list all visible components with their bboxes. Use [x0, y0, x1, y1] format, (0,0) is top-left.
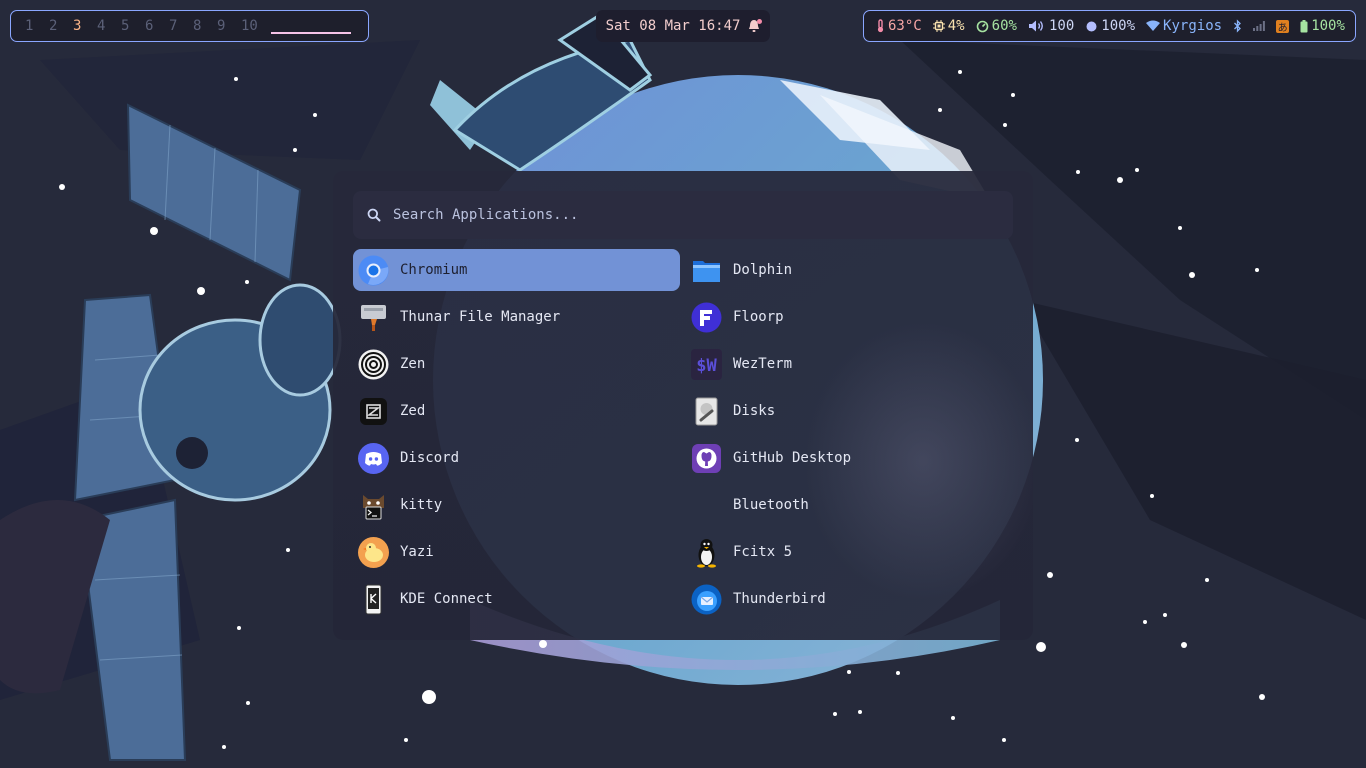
- workspace-6[interactable]: 6: [145, 18, 169, 34]
- app-item-yazi[interactable]: Yazi: [353, 531, 680, 573]
- search-icon: [367, 208, 381, 222]
- notification-dot: [757, 19, 763, 24]
- app-item-thunar[interactable]: Thunar File Manager: [353, 296, 680, 338]
- cpu-icon: [932, 20, 945, 32]
- app-item-chromium[interactable]: Chromium: [353, 249, 680, 291]
- fcitx-icon: [691, 537, 722, 568]
- app-label: KDE Connect: [400, 591, 493, 607]
- workspace-5[interactable]: 5: [121, 18, 145, 34]
- zed-icon: [358, 396, 389, 427]
- network-widget[interactable]: Kyrgios: [1146, 18, 1222, 34]
- zen-icon: [358, 349, 389, 380]
- cpu-value: 4%: [947, 18, 965, 34]
- app-item-kitty[interactable]: kitty: [353, 484, 680, 526]
- app-label: Fcitx 5: [733, 544, 793, 560]
- kde-connect-icon: [358, 584, 389, 615]
- workspace-3-active[interactable]: 3: [73, 18, 97, 34]
- chromium-icon: [358, 255, 389, 286]
- notification-bell-icon[interactable]: [748, 19, 763, 33]
- app-item-floorp[interactable]: Floorp: [686, 296, 1013, 338]
- thermometer-icon: [877, 19, 884, 33]
- volume-value: 100: [1048, 18, 1075, 34]
- input-method-widget[interactable]: あ: [1276, 19, 1290, 34]
- github-desktop-icon: [691, 443, 722, 474]
- app-list-left: Chromium Thunar File Manager Zen Zed Dis…: [353, 249, 680, 625]
- workspace-4[interactable]: 4: [97, 18, 121, 34]
- workspace-8[interactable]: 8: [193, 18, 217, 34]
- app-label: Zen: [400, 356, 426, 372]
- workspace-7[interactable]: 7: [169, 18, 193, 34]
- app-label: Dolphin: [733, 262, 793, 278]
- yazi-icon: [358, 536, 389, 568]
- signal-bars-icon: [1253, 21, 1266, 31]
- app-list-right: Dolphin Floorp $W WezTerm Disks GitHub D…: [686, 249, 1013, 625]
- workspace-10[interactable]: 10: [241, 18, 269, 34]
- temperature-widget[interactable]: 63°C: [876, 18, 922, 34]
- workspace-switcher: 1 2 3 4 5 6 7 8 9 10: [10, 10, 369, 42]
- app-label: GitHub Desktop: [733, 450, 852, 466]
- app-label: kitty: [400, 497, 443, 513]
- svg-text:$W: $W: [696, 356, 717, 376]
- signal-widget[interactable]: [1253, 21, 1266, 31]
- floorp-icon: [691, 302, 722, 333]
- bluetooth-icon: [1234, 19, 1242, 33]
- bluetooth-icon: [691, 490, 722, 521]
- discord-icon: [358, 442, 389, 474]
- battery-value: 100%: [1311, 18, 1345, 34]
- app-item-dolphin[interactable]: Dolphin: [686, 249, 1013, 291]
- memory-gauge-icon: [976, 20, 988, 32]
- search-box[interactable]: [353, 191, 1013, 239]
- clock-widget[interactable]: Sat 08 Mar 16:47: [596, 10, 770, 42]
- app-item-kde-connect[interactable]: KDE Connect: [353, 578, 680, 620]
- app-item-zed[interactable]: Zed: [353, 390, 680, 432]
- app-launcher: Chromium Thunar File Manager Zen Zed Dis…: [333, 171, 1033, 640]
- status-tray: 63°C 4% 60% 100 100% Kyrgios あ 100%: [863, 10, 1356, 42]
- bluetooth-widget[interactable]: [1233, 19, 1242, 33]
- wifi-icon: [1146, 20, 1161, 31]
- dolphin-icon: [691, 255, 722, 286]
- app-item-zen[interactable]: Zen: [353, 343, 680, 385]
- workspace-9[interactable]: 9: [217, 18, 241, 34]
- memory-widget[interactable]: 60%: [976, 18, 1017, 34]
- battery-icon: [1300, 19, 1308, 32]
- app-item-discord[interactable]: Discord: [353, 437, 680, 479]
- brightness-icon: [1086, 21, 1097, 31]
- app-label: Zed: [400, 403, 426, 419]
- app-item-thunderbird[interactable]: Thunderbird: [686, 578, 1013, 620]
- app-label: Chromium: [400, 262, 468, 278]
- kitty-icon: [358, 490, 389, 521]
- app-item-wezterm[interactable]: $W WezTerm: [686, 343, 1013, 385]
- disks-icon: [691, 396, 722, 427]
- thunar-icon: [358, 302, 389, 333]
- cpu-widget[interactable]: 4%: [932, 18, 965, 34]
- app-label: Yazi: [400, 544, 434, 560]
- app-label: Thunderbird: [733, 591, 826, 607]
- workspace-2[interactable]: 2: [49, 18, 73, 34]
- wezterm-icon: $W: [691, 348, 722, 380]
- temperature-value: 63°C: [888, 18, 922, 34]
- thunderbird-icon: [691, 584, 722, 615]
- app-item-github-desktop[interactable]: GitHub Desktop: [686, 437, 1013, 479]
- app-label: Thunar File Manager: [400, 309, 561, 325]
- workspace-indicator-underline: [271, 32, 351, 34]
- brightness-value: 100%: [1101, 18, 1136, 34]
- network-name: Kyrgios: [1163, 18, 1223, 34]
- app-item-disks[interactable]: Disks: [686, 390, 1013, 432]
- battery-widget[interactable]: 100%: [1300, 18, 1345, 34]
- app-label: Discord: [400, 450, 460, 466]
- search-input[interactable]: [393, 207, 993, 223]
- app-label: Bluetooth: [733, 497, 809, 513]
- app-item-bluetooth[interactable]: Bluetooth: [686, 484, 1013, 526]
- app-label: Disks: [733, 403, 776, 419]
- workspace-1[interactable]: 1: [25, 18, 49, 34]
- volume-widget[interactable]: 100: [1028, 18, 1074, 34]
- app-label: Floorp: [733, 309, 784, 325]
- app-item-fcitx[interactable]: Fcitx 5: [686, 531, 1013, 573]
- brightness-widget[interactable]: 100%: [1085, 18, 1135, 34]
- app-label: WezTerm: [733, 356, 793, 372]
- clock-text: Sat 08 Mar 16:47: [605, 18, 741, 34]
- input-method-badge: あ: [1276, 19, 1290, 34]
- volume-icon: [1028, 20, 1043, 32]
- memory-value: 60%: [991, 18, 1017, 34]
